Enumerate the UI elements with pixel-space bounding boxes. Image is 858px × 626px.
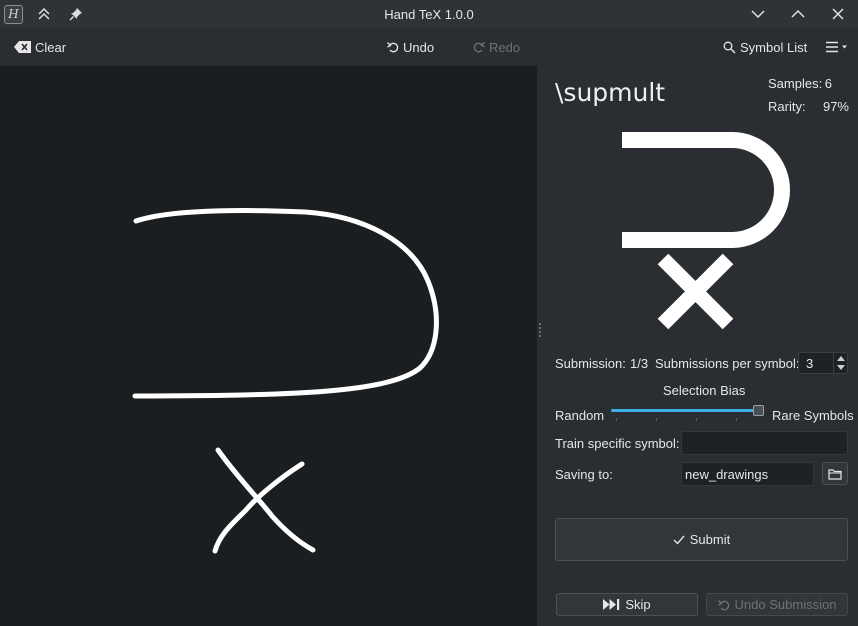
- submissions-per-symbol-spinbox[interactable]: 3: [798, 352, 848, 374]
- saving-to-input[interactable]: new_drawings: [681, 462, 814, 486]
- close-icon[interactable]: [818, 0, 858, 28]
- pin-icon[interactable]: [65, 3, 87, 25]
- app-logo-letter: H: [8, 7, 19, 21]
- drawn-strokes: [132, 208, 439, 554]
- clear-button[interactable]: Clear: [14, 33, 66, 61]
- bias-rare-symbols-label: Rare Symbols: [772, 408, 854, 423]
- per-symbol-label: Submissions per symbol:: [655, 356, 800, 371]
- hamburger-menu-icon: [826, 41, 847, 53]
- drawn-stroke-arc: [132, 208, 439, 399]
- selection-bias-label: Selection Bias: [663, 383, 746, 398]
- window-title: Hand TeX 1.0.0: [384, 6, 474, 22]
- samples-value: 6: [824, 76, 832, 91]
- undo-button[interactable]: Undo: [387, 33, 434, 61]
- keep-above-icon[interactable]: [33, 3, 55, 25]
- toolbar: Clear Undo Redo Symbol List: [0, 28, 858, 66]
- submit-label: Submit: [689, 532, 731, 547]
- rarity-label: Rarity:: [768, 99, 806, 114]
- train-specific-label: Train specific symbol:: [555, 436, 680, 451]
- app-logo: H: [4, 4, 23, 24]
- undo-icon: [387, 42, 399, 53]
- undo-submission-button[interactable]: Undo Submission: [706, 593, 848, 616]
- menu-button[interactable]: [825, 33, 849, 61]
- symbol-command: \supmult: [555, 78, 666, 107]
- submission-value: 1/3: [630, 356, 649, 371]
- browse-folder-button[interactable]: [822, 462, 848, 485]
- redo-icon: [473, 42, 485, 53]
- skip-label: Skip: [625, 597, 651, 612]
- skip-button[interactable]: Skip: [556, 593, 698, 616]
- slider-ticks: [611, 418, 761, 421]
- training-panel: \supmult Samples: 6 Rarity: 97% Submissi…: [541, 66, 858, 626]
- rarity-value: 97%: [822, 99, 849, 114]
- spinbox-arrows: [833, 353, 847, 373]
- clear-icon: [14, 41, 31, 53]
- redo-label: Redo: [489, 39, 521, 55]
- redo-button[interactable]: Redo: [473, 33, 520, 61]
- submit-button[interactable]: Submit: [555, 518, 848, 561]
- drawn-stroke-cross-b: [212, 461, 305, 554]
- selection-bias-slider[interactable]: [611, 409, 761, 412]
- symbol-list-button[interactable]: Symbol List: [723, 33, 807, 61]
- symbol-list-label: Symbol List: [740, 39, 808, 55]
- drawing-canvas[interactable]: [0, 66, 537, 626]
- title-bar: H Hand TeX 1.0.0: [0, 0, 858, 28]
- submission-label: Submission:: [555, 356, 626, 371]
- folder-icon: [828, 468, 842, 480]
- undo-label: Undo: [403, 39, 435, 55]
- saving-to-label: Saving to:: [555, 467, 613, 482]
- skip-forward-icon: [603, 599, 620, 610]
- checkmark-icon: [673, 535, 685, 545]
- bias-random-label: Random: [555, 408, 605, 423]
- spin-up-icon[interactable]: [837, 356, 845, 361]
- search-icon: [723, 41, 736, 54]
- undo-submission-label: Undo Submission: [734, 597, 837, 612]
- spinbox-value: 3: [806, 356, 814, 371]
- spin-down-icon[interactable]: [837, 365, 845, 370]
- symbol-preview: [622, 132, 790, 330]
- slider-handle[interactable]: [753, 405, 764, 416]
- maximize-icon[interactable]: [778, 0, 818, 28]
- undo-icon: [717, 599, 729, 610]
- clear-label: Clear: [35, 39, 67, 55]
- train-specific-input[interactable]: [681, 431, 848, 455]
- minimize-icon[interactable]: [738, 0, 778, 28]
